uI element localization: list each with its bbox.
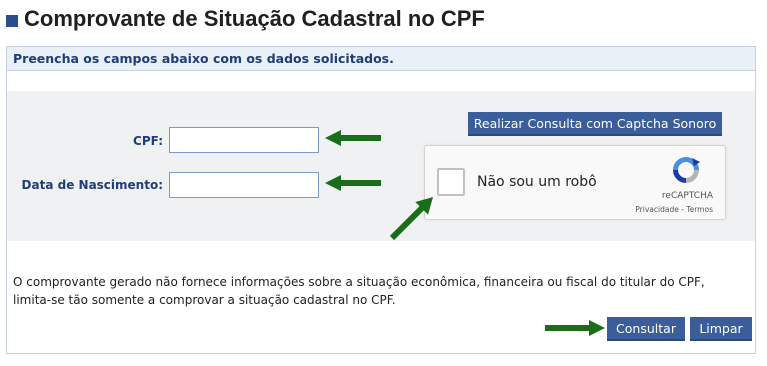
arrow-icon-cpf [325, 130, 381, 146]
submit-button[interactable]: Consultar [607, 317, 685, 341]
recaptcha-links: Privacidade - Termos [635, 205, 713, 214]
recaptcha-widget: Não sou um robô reCAPTCHA Privacidade - … [424, 145, 726, 220]
arrow-icon-submit [545, 320, 605, 336]
birth-date-input[interactable] [169, 172, 319, 198]
recaptcha-checkbox[interactable] [437, 168, 465, 196]
arrow-icon-birth-date [325, 175, 381, 191]
recaptcha-logo-icon [673, 157, 700, 183]
instructions-text: Preencha os campos abaixo com os dados s… [13, 51, 394, 66]
recaptcha-brand: reCAPTCHA [661, 191, 713, 201]
panel-header: Preencha os campos abaixo com os dados s… [7, 47, 755, 71]
privacy-link[interactable]: Privacidade [635, 205, 679, 214]
form-panel: Preencha os campos abaixo com os dados s… [6, 46, 756, 354]
recaptcha-label: Não sou um robô [477, 174, 597, 190]
cpf-input[interactable] [169, 127, 319, 153]
audio-captcha-button[interactable]: Realizar Consulta com Captcha Sonoro [468, 112, 722, 136]
cpf-label: CPF: [133, 134, 163, 148]
terms-link[interactable]: Termos [686, 205, 713, 214]
title-bullet [6, 15, 18, 27]
clear-button[interactable]: Limpar [690, 317, 752, 341]
disclaimer-text: O comprovante gerado não fornece informa… [13, 275, 705, 307]
birth-date-label: Data de Nascimento: [21, 178, 163, 192]
page-title: Comprovante de Situação Cadastral no CPF [24, 6, 485, 31]
arrow-icon-captcha [389, 196, 434, 241]
